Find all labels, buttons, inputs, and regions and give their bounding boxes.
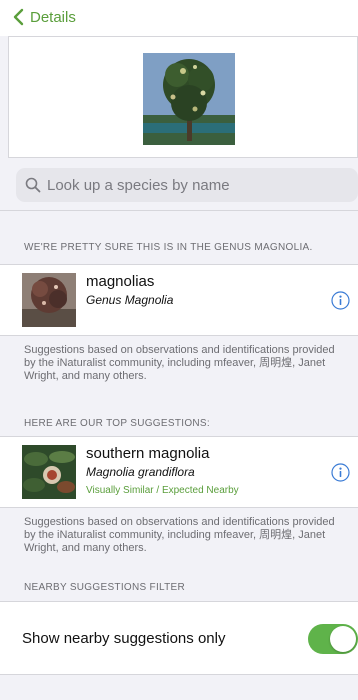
nearby-toggle-label: Show nearby suggestions only [22, 630, 226, 647]
observation-photo[interactable] [143, 53, 235, 145]
suggestion-scientific-name: Magnolia grandiflora [86, 465, 195, 479]
genus-section-header: WE'RE PRETTY SURE THIS IS IN THE GENUS M… [24, 242, 313, 253]
genus-footnote: Suggestions based on observations and id… [24, 344, 335, 382]
search-placeholder: Look up a species by name [47, 176, 230, 194]
chevron-left-icon [13, 8, 24, 26]
suggestion-thumbnail [22, 445, 76, 499]
suggestion-common-name: southern magnolia [86, 445, 210, 462]
back-label: Details [30, 8, 76, 26]
nearby-suggestions-toggle[interactable] [308, 624, 358, 654]
search-icon [25, 177, 41, 193]
genus-thumbnail [22, 273, 76, 327]
info-icon[interactable] [331, 463, 350, 482]
top-suggestions-header: HERE ARE OUR TOP SUGGESTIONS: [24, 418, 210, 429]
toggle-knob [330, 626, 356, 652]
nav-bar: Details [0, 0, 358, 36]
species-search-input[interactable]: Look up a species by name [16, 168, 358, 202]
visually-similar-badge: Visually Similar / Expected Nearby [86, 485, 239, 496]
genus-common-name: magnolias [86, 273, 155, 290]
info-icon[interactable] [331, 291, 350, 310]
nearby-filter-header: NEARBY SUGGESTIONS FILTER [24, 582, 186, 593]
top-suggestions-footnote: Suggestions based on observations and id… [24, 516, 335, 554]
genus-scientific-name: Genus Magnolia [86, 293, 174, 307]
nearby-filter-row: Show nearby suggestions only [0, 601, 358, 675]
back-button[interactable]: Details [12, 8, 76, 26]
divider [0, 210, 358, 211]
photo-card [8, 36, 358, 158]
top-suggestion-row[interactable]: southern magnolia Magnolia grandiflora V… [0, 436, 358, 508]
genus-result-row[interactable]: magnolias Genus Magnolia [0, 264, 358, 336]
